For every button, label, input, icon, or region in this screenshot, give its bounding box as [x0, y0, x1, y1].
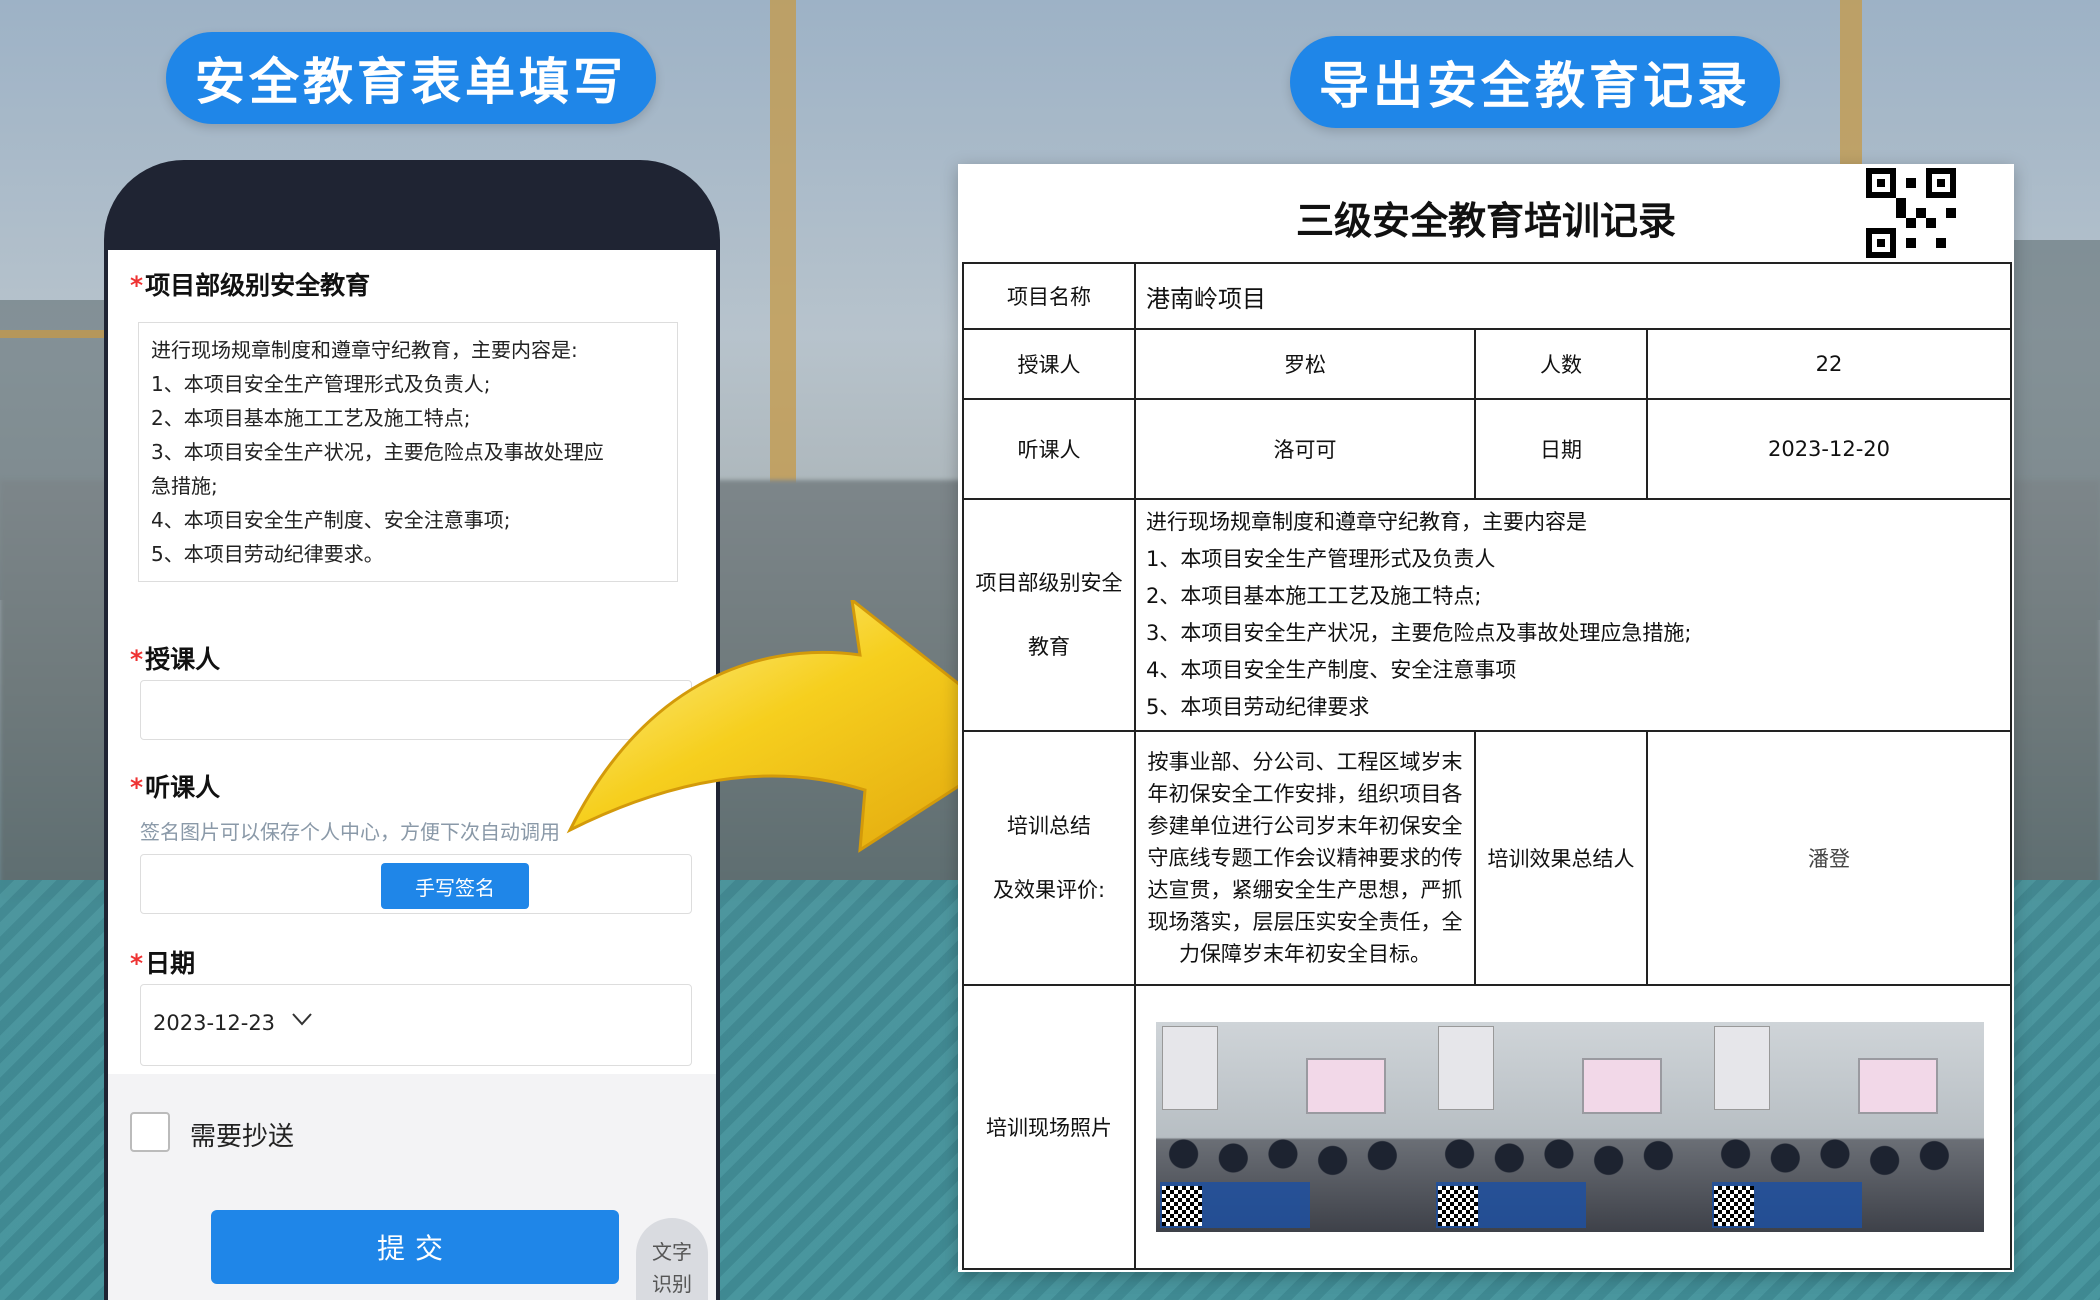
heading-fill-form: 安全教育表单填写 — [166, 32, 656, 124]
submit-button[interactable]: 提交 — [211, 1210, 619, 1284]
content-line: 2、本项目基本施工工艺及施工特点; — [1146, 584, 1482, 608]
content-line: 1、本项目安全生产管理形式及负责人 — [1146, 547, 1496, 571]
chevron-down-icon — [291, 1007, 313, 1032]
ocr-label-line1: 文字 — [652, 1240, 692, 1264]
summary-text: 按事业部、分公司、工程区域岁末年初保安全工作安排，组织项目各参建单位进行公司岁末… — [1134, 730, 1476, 986]
photos-label: 培训现场照片 — [962, 984, 1136, 1270]
listener-label-text: 听课人 — [145, 773, 221, 802]
safety-record-document: 三级安全教育培训记录 项目名称 港南岭项目 授课人 罗松 人数 22 听课人 洛… — [958, 164, 2014, 1272]
project-name-value: 港南岭项目 — [1134, 262, 2012, 330]
date-value: 2023-12-23 — [153, 1011, 276, 1035]
signature-hint: 签名图片可以保存个人中心，方便下次自动调用 — [140, 820, 560, 844]
required-icon: * — [130, 271, 144, 300]
content-line: 1、本项目安全生产管理形式及负责人; — [151, 372, 491, 396]
training-photo — [1708, 1022, 1984, 1232]
cc-checkbox[interactable] — [130, 1112, 170, 1152]
count-value: 22 — [1646, 328, 2012, 400]
content-line: 4、本项目安全生产制度、安全注意事项; — [151, 508, 511, 532]
listener-label: *听课人 — [130, 768, 220, 804]
date-label: *日期 — [130, 944, 195, 980]
section1-label-text: 项目部级别安全教育 — [145, 271, 371, 300]
teacher-label: 授课人 — [962, 328, 1136, 400]
handwrite-signature-button[interactable]: 手写签名 — [381, 863, 529, 909]
content-line: 5、本项目劳动纪律要求 — [1146, 695, 1370, 719]
required-icon: * — [130, 645, 144, 674]
content-line: 急措施; — [151, 474, 218, 498]
summary-label-line1: 培训总结 — [1007, 814, 1091, 838]
education-label-line2: 教育 — [1028, 635, 1070, 659]
teacher-label-text: 授课人 — [145, 645, 221, 674]
training-photo — [1156, 1022, 1432, 1232]
cc-label: 需要抄送 — [190, 1122, 295, 1152]
content-line: 3、本项目安全生产状况，主要危险点及事故处理应 — [151, 440, 604, 464]
record-title: 三级安全教育培训记录 — [1295, 199, 1676, 243]
ocr-label-line2: 识别 — [652, 1272, 692, 1296]
photos-cell — [1134, 984, 2012, 1270]
qr-code-icon — [1866, 168, 1956, 258]
crane-tower — [770, 0, 796, 560]
summary-label-line2: 及效果评价: — [992, 878, 1106, 902]
training-photos — [1156, 1022, 1984, 1232]
content-line: 4、本项目安全生产制度、安全注意事项 — [1146, 658, 1517, 682]
count-label: 人数 — [1474, 328, 1648, 400]
teacher-value: 罗松 — [1134, 328, 1476, 400]
table-row: 培训总结 及效果评价: 按事业部、分公司、工程区域岁末年初保安全工作安排，组织项… — [962, 730, 2012, 986]
listener-label: 听课人 — [962, 398, 1136, 500]
table-row: 项目部级别安全 教育 进行现场规章制度和遵章守纪教育，主要内容是 1、本项目安全生… — [962, 498, 2012, 732]
teacher-label: *授课人 — [130, 640, 220, 676]
date-picker[interactable]: 2023-12-23 — [140, 984, 692, 1066]
content-line: 2、本项目基本施工工艺及施工特点; — [151, 406, 471, 430]
heading-export-record: 导出安全教育记录 — [1290, 36, 1780, 128]
summary-label: 培训总结 及效果评价: — [962, 730, 1136, 986]
required-icon: * — [130, 773, 144, 802]
education-label: 项目部级别安全 教育 — [962, 498, 1136, 732]
summarizer-label: 培训效果总结人 — [1474, 730, 1648, 986]
record-table: 项目名称 港南岭项目 授课人 罗松 人数 22 听课人 洛可可 日期 2023-… — [962, 262, 2012, 1270]
summarizer-value: 潘登 — [1646, 730, 2012, 986]
date-value: 2023-12-20 — [1646, 398, 2012, 500]
content-line: 5、本项目劳动纪律要求。 — [151, 542, 384, 566]
listener-value: 洛可可 — [1134, 398, 1476, 500]
education-content-textarea[interactable]: 进行现场规章制度和遵章守纪教育，主要内容是: 1、本项目安全生产管理形式及负责人;… — [138, 322, 678, 582]
date-label-text: 日期 — [145, 949, 196, 978]
date-label: 日期 — [1474, 398, 1648, 500]
required-icon: * — [130, 949, 144, 978]
section1-label: *项目部级别安全教育 — [130, 266, 370, 302]
table-row: 项目名称 港南岭项目 — [962, 262, 2012, 330]
ocr-button[interactable]: 文字 识别 — [636, 1218, 708, 1300]
table-row: 培训现场照片 — [962, 984, 2012, 1270]
table-row: 听课人 洛可可 日期 2023-12-20 — [962, 398, 2012, 500]
content-line: 3、本项目安全生产状况，主要危险点及事故处理应急措施; — [1146, 621, 1692, 645]
content-line: 进行现场规章制度和遵章守纪教育，主要内容是: — [151, 338, 578, 362]
table-row: 授课人 罗松 人数 22 — [962, 328, 2012, 400]
project-name-label: 项目名称 — [962, 262, 1136, 330]
education-content: 进行现场规章制度和遵章守纪教育，主要内容是 1、本项目安全生产管理形式及负责人 2、… — [1134, 498, 2012, 732]
training-photo — [1432, 1022, 1708, 1232]
education-label-line1: 项目部级别安全 — [975, 571, 1123, 595]
content-line: 进行现场规章制度和遵章守纪教育，主要内容是 — [1146, 510, 1587, 534]
